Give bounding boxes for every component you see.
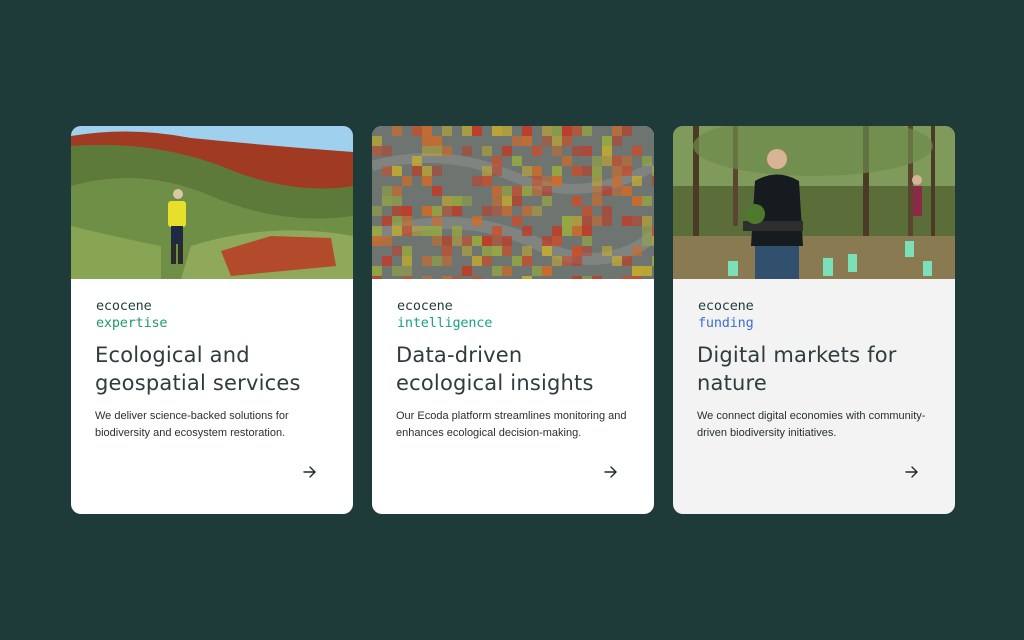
- brand-name: ecocene: [397, 298, 453, 314]
- card-title: Ecological and geospatial services: [95, 343, 301, 395]
- card-title: Digital markets for nature: [697, 343, 897, 395]
- brand-name: ecocene: [96, 298, 152, 314]
- card-intelligence[interactable]: ecocene intelligence Data-driven ecologi…: [372, 126, 654, 514]
- card-description: Our Ecoda platform streamlines monitorin…: [396, 410, 627, 439]
- card-description: We deliver science-backed solutions for …: [95, 410, 289, 439]
- brand-label: ecocene funding: [698, 298, 754, 332]
- product-name: funding: [698, 315, 754, 331]
- arrow-right-icon[interactable]: [300, 462, 320, 482]
- card-title: Data-driven ecological insights: [396, 343, 594, 395]
- tree-planting-photo: [673, 126, 955, 279]
- card-description: We connect digital economies with commun…: [697, 410, 926, 439]
- arrow-right-icon[interactable]: [902, 462, 922, 482]
- product-name: expertise: [96, 315, 168, 331]
- outback-surveyor-photo: [71, 126, 353, 279]
- arrow-right-icon[interactable]: [601, 462, 621, 482]
- card-expertise[interactable]: ecocene expertise Ecological and geospat…: [71, 126, 353, 514]
- brand-label: ecocene expertise: [96, 298, 168, 332]
- brand-label: ecocene intelligence: [397, 298, 492, 332]
- card-funding[interactable]: ecocene funding Digital markets for natu…: [673, 126, 955, 514]
- card-row: ecocene expertise Ecological and geospat…: [71, 126, 955, 514]
- product-name: intelligence: [397, 315, 493, 331]
- geospatial-heatmap-image: [372, 126, 654, 279]
- brand-name: ecocene: [698, 298, 754, 314]
